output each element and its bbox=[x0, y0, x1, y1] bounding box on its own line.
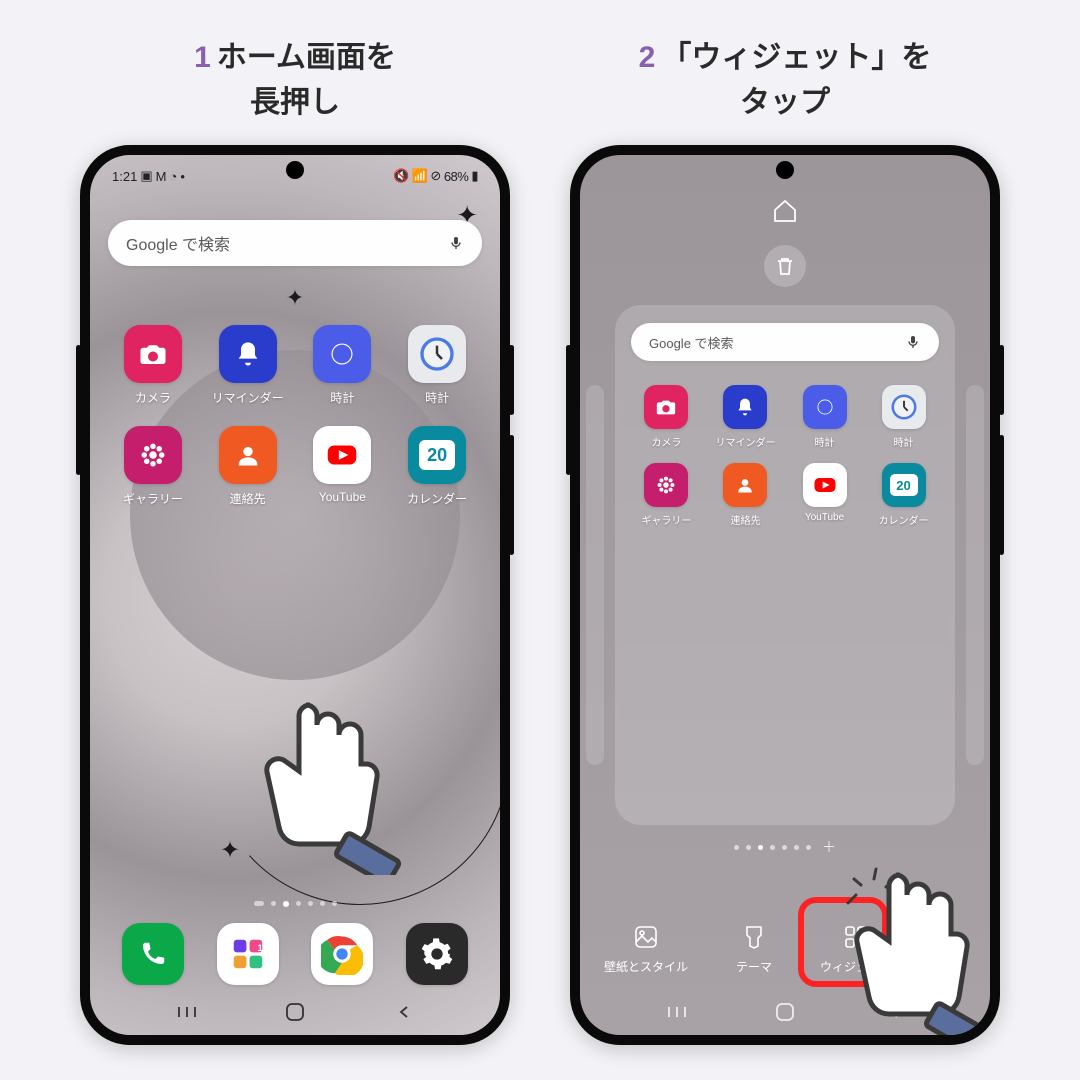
dock: 15 bbox=[90, 923, 500, 985]
editor-action-bar: 壁紙とスタイル テーマ ウィジェット bbox=[580, 924, 990, 975]
mic-icon[interactable] bbox=[448, 235, 464, 251]
dock-chrome[interactable] bbox=[311, 923, 373, 985]
wallpaper-style-button[interactable]: 壁紙とスタイル bbox=[604, 924, 688, 975]
front-camera-icon bbox=[286, 161, 304, 179]
sparkle-icon: ✦ bbox=[286, 285, 304, 311]
app-clock[interactable]: 時計 bbox=[298, 325, 388, 406]
app-reminder[interactable]: リマインダー bbox=[203, 325, 293, 406]
app-clock-widget[interactable]: 時計 bbox=[392, 325, 482, 406]
prev-page-preview[interactable] bbox=[586, 385, 604, 765]
nav-back[interactable] bbox=[392, 1005, 416, 1019]
nav-bar bbox=[90, 997, 500, 1027]
step-1-title: 1ホーム画面を長押し bbox=[194, 35, 396, 125]
photos-notif-icon: ▣ bbox=[140, 168, 152, 184]
google-search-bar[interactable]: Google で検索 bbox=[631, 323, 939, 361]
app-gallery[interactable]: ギャラリー bbox=[108, 426, 198, 507]
search-placeholder: Google で検索 bbox=[126, 231, 448, 255]
page-indicator: ＋ bbox=[580, 837, 990, 857]
app-grid: カメラ リマインダー 時計 時計 ギャラリー 連絡先 YouTube 20カレン… bbox=[108, 325, 482, 527]
dock-phone[interactable] bbox=[122, 923, 184, 985]
nav-home[interactable] bbox=[283, 1002, 307, 1022]
battery-percent: 68% bbox=[444, 169, 469, 184]
add-page-icon[interactable]: ＋ bbox=[822, 837, 836, 857]
app-camera[interactable]: カメラ bbox=[629, 385, 704, 449]
dock-settings[interactable] bbox=[406, 923, 468, 985]
nav-bar bbox=[580, 997, 990, 1027]
app-camera[interactable]: カメラ bbox=[108, 325, 198, 406]
volume-mute-icon: 🔇 bbox=[393, 168, 409, 184]
theme-button[interactable]: テーマ bbox=[736, 924, 772, 975]
delete-page-button[interactable] bbox=[764, 245, 806, 287]
app-gallery[interactable]: ギャラリー bbox=[629, 463, 704, 527]
step-2-number: 2 bbox=[639, 41, 656, 74]
sparkle-icon: ✦ bbox=[220, 836, 240, 865]
more-notif-icon: • bbox=[180, 169, 185, 184]
nav-recents[interactable] bbox=[175, 1006, 199, 1018]
phone-frame-2: Google で検索 カメラ リマインダー 時計 時計 ギャラリー 連絡先 bbox=[570, 145, 1000, 1045]
nav-recents[interactable] bbox=[665, 1006, 689, 1018]
set-default-home-button[interactable] bbox=[771, 197, 799, 230]
tap-effect-icon bbox=[846, 865, 896, 915]
wifi-icon: 📶 bbox=[412, 168, 428, 184]
page-indicator bbox=[90, 901, 500, 907]
gmail-notif-icon: M bbox=[156, 169, 167, 184]
app-youtube[interactable]: YouTube bbox=[787, 463, 862, 527]
svg-text:15: 15 bbox=[257, 943, 267, 954]
home-page-preview[interactable]: Google で検索 カメラ リマインダー 時計 時計 ギャラリー 連絡先 bbox=[615, 305, 955, 825]
step-1-number: 1 bbox=[194, 41, 211, 74]
mic-icon[interactable] bbox=[905, 334, 921, 350]
google-search-bar[interactable]: Google で検索 bbox=[108, 220, 482, 266]
settings-button[interactable] bbox=[940, 941, 966, 975]
nav-back[interactable] bbox=[882, 1005, 906, 1019]
step-2-column: 2「ウィジェット」をタップ Google で検索 bbox=[570, 35, 1000, 1045]
home-screen[interactable]: 1:21 ▣ M ◔ • 🔇 📶 ⊘ 68% ▮ ✦ ✦ ✦ bbox=[90, 155, 500, 1035]
front-camera-icon bbox=[776, 161, 794, 179]
app-contacts[interactable]: 連絡先 bbox=[203, 426, 293, 507]
app-contacts[interactable]: 連絡先 bbox=[708, 463, 783, 527]
dock-news[interactable]: 15 bbox=[217, 923, 279, 985]
app-clock[interactable]: 時計 bbox=[787, 385, 862, 449]
step-1-column: 1ホーム画面を長押し 1:21 ▣ M ◔ • 🔇 📶 ⊘ 68% ▮ bbox=[80, 35, 510, 1045]
clock-notif-icon: ◔ bbox=[169, 169, 177, 184]
step-2-title: 2「ウィジェット」をタップ bbox=[639, 35, 932, 125]
battery-icon: ▮ bbox=[471, 168, 478, 184]
next-page-preview[interactable] bbox=[966, 385, 984, 765]
app-calendar[interactable]: 20カレンダー bbox=[866, 463, 941, 527]
app-reminder[interactable]: リマインダー bbox=[708, 385, 783, 449]
app-clock-widget[interactable]: 時計 bbox=[866, 385, 941, 449]
home-edit-screen[interactable]: Google で検索 カメラ リマインダー 時計 時計 ギャラリー 連絡先 bbox=[580, 155, 990, 1035]
nav-home[interactable] bbox=[773, 1002, 797, 1022]
status-time: 1:21 bbox=[112, 169, 137, 184]
app-youtube[interactable]: YouTube bbox=[298, 426, 388, 507]
app-calendar[interactable]: 20カレンダー bbox=[392, 426, 482, 507]
phone-frame-1: 1:21 ▣ M ◔ • 🔇 📶 ⊘ 68% ▮ ✦ ✦ ✦ bbox=[80, 145, 510, 1045]
no-signal-icon: ⊘ bbox=[430, 168, 440, 184]
search-placeholder: Google で検索 bbox=[649, 333, 905, 352]
